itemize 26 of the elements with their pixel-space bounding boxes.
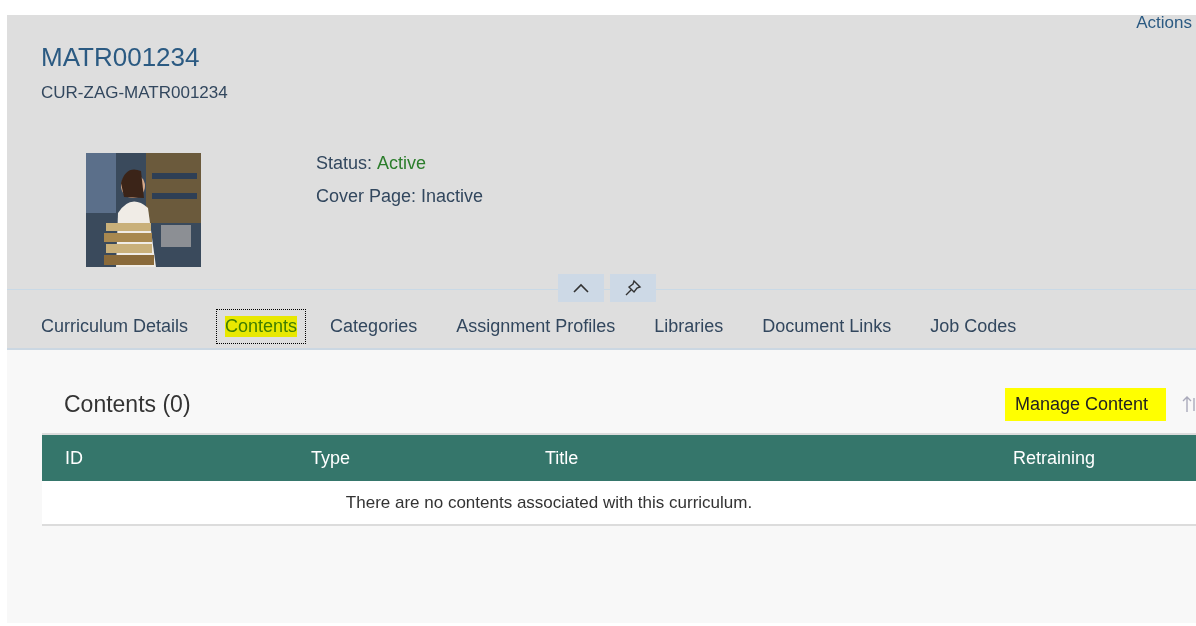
column-header[interactable]: ID	[42, 447, 288, 469]
attribute-value: Active	[377, 153, 427, 174]
tab[interactable]: Curriculum Details	[32, 308, 204, 344]
tab[interactable]: Contents	[216, 308, 307, 344]
pin-button[interactable]	[609, 274, 656, 302]
attribute-label: Cover Page:	[316, 186, 417, 207]
tab[interactable]: Job Codes	[921, 308, 1032, 344]
collapse-button[interactable]	[557, 274, 604, 302]
actions-link[interactable]: Actions	[1136, 13, 1196, 115]
attribute-value: Inactive	[421, 186, 484, 207]
tab[interactable]: Libraries	[645, 308, 739, 344]
tab[interactable]: Categories	[321, 308, 433, 344]
chevron-up-icon	[571, 282, 590, 294]
empty-message: There are no contents associated with this curriculum.	[42, 481, 1196, 526]
manage-content-link[interactable]: Manage Content	[1004, 387, 1166, 421]
attribute-label: Status:	[316, 153, 373, 174]
column-header[interactable]: Title	[522, 447, 990, 469]
sort-icon[interactable]	[1182, 394, 1196, 414]
column-header[interactable]: Type	[288, 447, 522, 469]
column-header[interactable]: Retraining	[990, 447, 1096, 469]
pin-icon	[623, 279, 642, 297]
section-title: Contents (0)	[64, 390, 192, 418]
tab[interactable]: Assignment Profiles	[447, 308, 631, 344]
tab[interactable]: Document Links	[753, 308, 907, 344]
object-id: CUR-ZAG-MATR001234	[41, 83, 228, 103]
object-title: MATR001234	[41, 42, 201, 73]
